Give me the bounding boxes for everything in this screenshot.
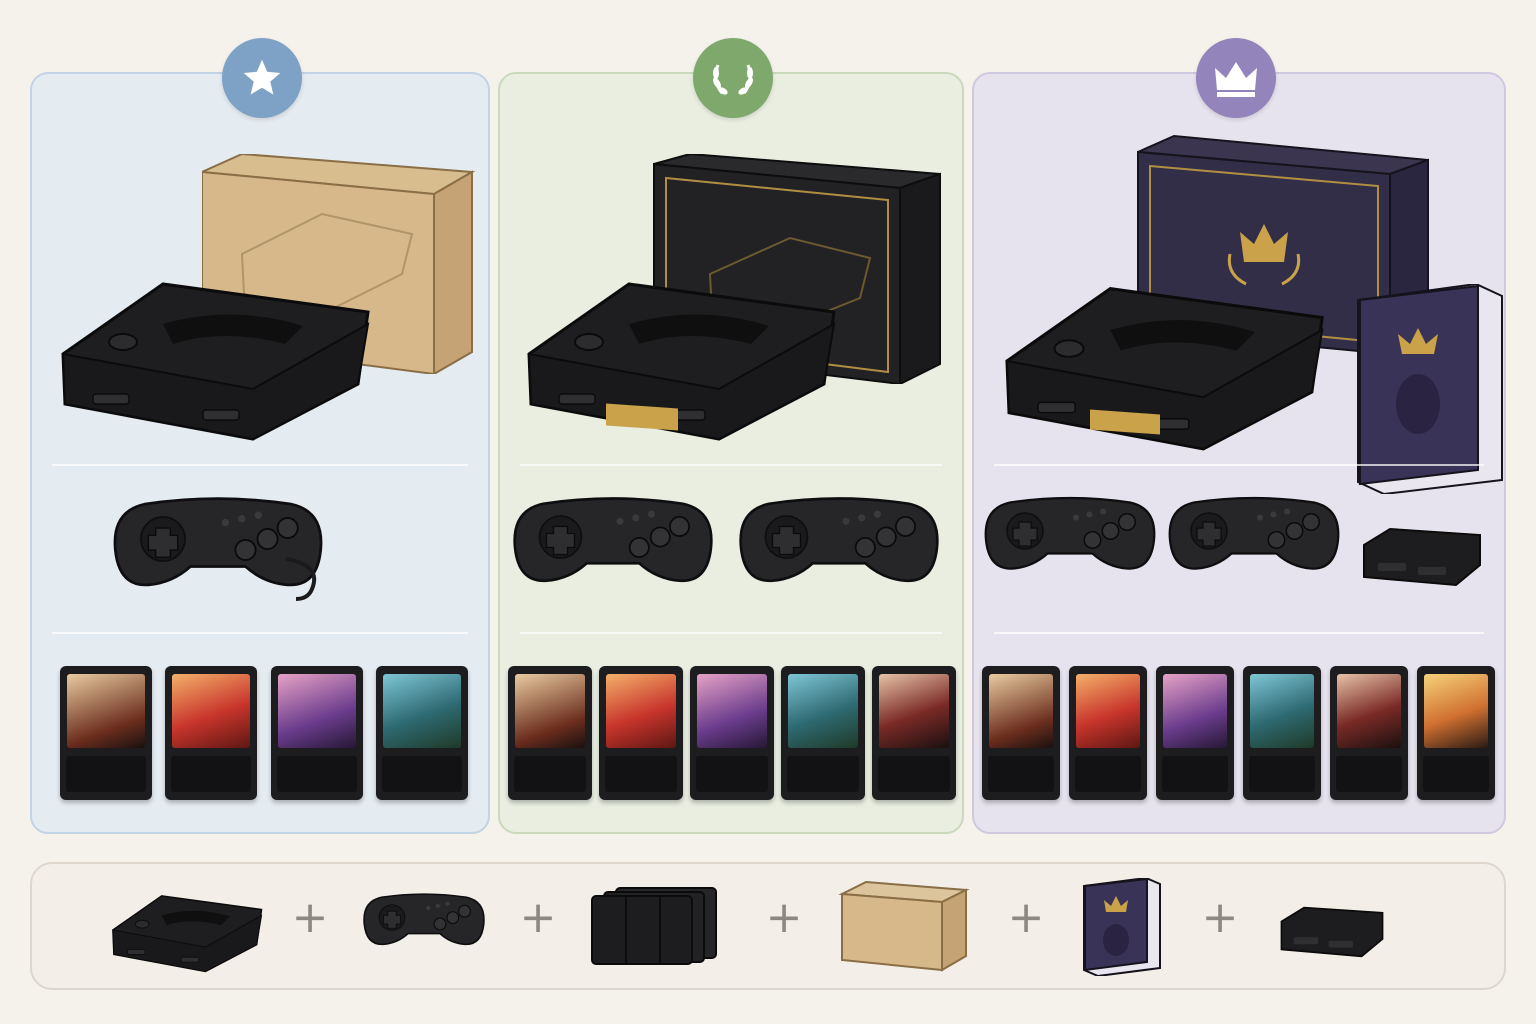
- cartridge[interactable]: [271, 666, 363, 800]
- divider: [52, 632, 468, 634]
- cartridge[interactable]: [982, 666, 1060, 800]
- cartridge[interactable]: [781, 666, 865, 800]
- plus-sign: +: [1201, 892, 1239, 943]
- premium-controllers: [974, 479, 1504, 619]
- art-book-icon: [1357, 284, 1503, 494]
- cartridge[interactable]: [599, 666, 683, 800]
- tier-standard-panel[interactable]: [30, 38, 490, 834]
- controller-icon: [360, 892, 488, 956]
- pink-hair-fighter-portrait: [697, 674, 767, 748]
- controller-cable-icon: [285, 557, 317, 601]
- armored-monster-portrait: [1250, 674, 1314, 748]
- console-icon: [992, 268, 1332, 454]
- cartridge[interactable]: [1417, 666, 1495, 800]
- controller-icon: [508, 495, 718, 600]
- headband-fighter-portrait: [67, 674, 145, 748]
- cartridge[interactable]: [165, 666, 257, 800]
- divider: [994, 464, 1484, 466]
- controller-icon: [734, 495, 944, 600]
- controller-icon: [980, 495, 1160, 585]
- console-icon: [48, 264, 378, 444]
- red-cap-fighter-portrait: [172, 674, 250, 748]
- pink-hair-fighter-portrait: [1163, 674, 1227, 748]
- blond-fighter-portrait: [1424, 674, 1488, 748]
- deluxe-controllers: [500, 479, 962, 619]
- crown-icon: [1196, 38, 1276, 118]
- cartridge[interactable]: [508, 666, 592, 800]
- controller-icon: [1164, 495, 1344, 585]
- cartridges-stack-icon: [591, 887, 717, 965]
- red-cap-fighter-portrait: [606, 674, 676, 748]
- dark-hair-fighter-portrait: [1337, 674, 1401, 748]
- cartridge[interactable]: [1243, 666, 1321, 800]
- divider: [520, 464, 942, 466]
- laurel-wreath-icon: [693, 38, 773, 118]
- divider: [994, 632, 1484, 634]
- plus-sign: +: [765, 892, 803, 943]
- standard-hardware-scene: [32, 134, 488, 454]
- premium-cartridges: [974, 666, 1504, 806]
- contents-legend: + + + + +: [30, 862, 1506, 990]
- cartridge[interactable]: [1069, 666, 1147, 800]
- deluxe-cartridges: [500, 666, 962, 806]
- accessory-hub-icon: [1280, 906, 1384, 958]
- shipping-box-icon: [838, 880, 970, 972]
- cartridge[interactable]: [376, 666, 468, 800]
- plus-sign: +: [519, 892, 557, 943]
- cartridge[interactable]: [1156, 666, 1234, 800]
- star-icon: [222, 38, 302, 118]
- accessory-hub-icon: [1363, 527, 1481, 587]
- tier-premium-panel[interactable]: [972, 38, 1506, 834]
- armored-monster-portrait: [788, 674, 858, 748]
- standard-controllers: [32, 479, 488, 619]
- art-book-icon: [1083, 878, 1161, 976]
- plus-sign: +: [1007, 892, 1045, 943]
- dark-hair-fighter-portrait: [879, 674, 949, 748]
- plus-sign: +: [291, 892, 329, 943]
- cartridge[interactable]: [872, 666, 956, 800]
- console-icon: [514, 264, 844, 444]
- divider: [52, 464, 468, 466]
- standard-cartridges: [32, 666, 488, 806]
- divider: [520, 632, 942, 634]
- deluxe-hardware-scene: [500, 134, 962, 454]
- pink-hair-fighter-portrait: [278, 674, 356, 748]
- tier-deluxe-panel[interactable]: [498, 38, 964, 834]
- headband-fighter-portrait: [989, 674, 1053, 748]
- armored-monster-portrait: [383, 674, 461, 748]
- headband-fighter-portrait: [515, 674, 585, 748]
- cartridge[interactable]: [1330, 666, 1408, 800]
- premium-hardware-scene: [974, 134, 1504, 494]
- console-icon: [108, 886, 264, 974]
- cartridge[interactable]: [690, 666, 774, 800]
- red-cap-fighter-portrait: [1076, 674, 1140, 748]
- cartridge[interactable]: [60, 666, 152, 800]
